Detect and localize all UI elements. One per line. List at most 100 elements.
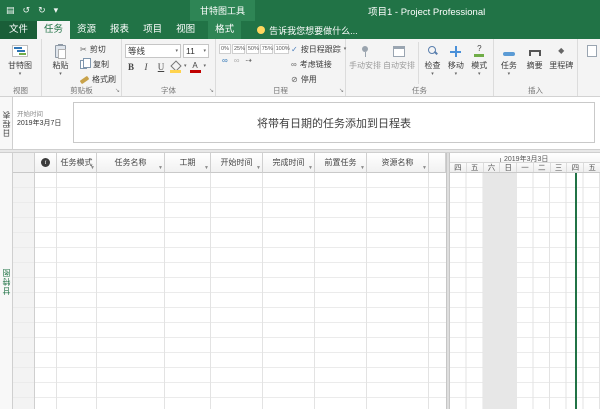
- percent-25-button[interactable]: 25%: [232, 44, 245, 54]
- chevron-down-icon: ▾: [478, 72, 481, 77]
- pushpin-icon: [361, 45, 369, 57]
- predecessors-column[interactable]: [315, 173, 367, 409]
- timeline-pane-strip[interactable]: 日程表: [0, 97, 13, 149]
- tab-view[interactable]: 视图: [169, 21, 202, 39]
- split-task-icon[interactable]: ⇢: [245, 56, 252, 66]
- move-button[interactable]: 移动 ▾: [445, 41, 466, 86]
- filter-icon[interactable]: ▼: [422, 165, 427, 171]
- task-mode-column[interactable]: [57, 173, 97, 409]
- task-name-column[interactable]: [97, 173, 165, 409]
- filter-icon[interactable]: ▼: [256, 165, 261, 171]
- chart-header-week: 2019年3月3日: [450, 153, 600, 163]
- tab-project[interactable]: 项目: [136, 21, 169, 39]
- link-icon: ∞: [291, 60, 297, 70]
- info-column[interactable]: [35, 173, 57, 409]
- chevron-down-icon: ▾: [203, 49, 206, 54]
- timeline-content: 开始时间 2019年3月7日 将带有日期的任务添加到日程表: [13, 97, 600, 149]
- tab-file[interactable]: 文件: [0, 21, 37, 39]
- column-header-resource-names[interactable]: 资源名称 ▼: [367, 153, 429, 173]
- mode-button[interactable]: ? 模式 ▾: [469, 41, 490, 86]
- column-header-predecessors[interactable]: 前置任务 ▼: [315, 153, 367, 173]
- paste-icon: [55, 45, 66, 58]
- percent-100-button[interactable]: 100%: [274, 44, 289, 54]
- copy-button[interactable]: 复制: [78, 58, 118, 71]
- background-color-button[interactable]: [170, 61, 181, 73]
- milestone-diamond-icon: ◆: [558, 46, 564, 56]
- column-header-task-mode[interactable]: 任务模式 ▼: [57, 153, 97, 173]
- day-header: 四: [567, 163, 584, 172]
- gantt-pane-label: 甘特图: [1, 268, 12, 295]
- italic-button[interactable]: I: [140, 60, 152, 73]
- timeline-hint-box[interactable]: 将带有日期的任务添加到日程表: [73, 102, 595, 143]
- column-header-task-name[interactable]: 任务名称 ▼: [97, 153, 165, 173]
- group-label-font: 字体: [122, 86, 215, 96]
- start-column[interactable]: [211, 173, 263, 409]
- link-tasks-icon[interactable]: ∞: [222, 56, 228, 66]
- duration-column[interactable]: [165, 173, 211, 409]
- percent-0-button[interactable]: 0%: [219, 44, 231, 54]
- tab-resource[interactable]: 资源: [70, 21, 103, 39]
- mark-on-track-button[interactable]: ✓ 按日程跟踪 ▾: [291, 43, 346, 56]
- timeline-hint-text: 将带有日期的任务添加到日程表: [257, 115, 411, 131]
- filter-icon[interactable]: ▼: [158, 165, 163, 171]
- filter-icon[interactable]: ▼: [90, 165, 95, 171]
- insert-milestone-button[interactable]: ◆ 里程碑: [548, 41, 574, 86]
- format-painter-button[interactable]: 格式刷: [78, 73, 118, 86]
- filter-icon[interactable]: ▼: [360, 165, 365, 171]
- chart-header-days: 四 五 六 日 一 二 三 四 五: [450, 163, 600, 173]
- insert-summary-button[interactable]: 摘要: [523, 41, 547, 86]
- percent-50-button[interactable]: 50%: [246, 44, 259, 54]
- tab-task[interactable]: 任务: [37, 21, 70, 39]
- qat-customize-icon[interactable]: ▾: [54, 5, 59, 16]
- font-size-combo[interactable]: 11 ▾: [183, 44, 209, 58]
- column-header-finish[interactable]: 完成时间 ▼: [263, 153, 315, 173]
- auto-schedule-button[interactable]: 自动安排: [383, 41, 415, 86]
- dialog-launcher-icon[interactable]: ↘: [115, 86, 120, 96]
- unlink-tasks-icon[interactable]: ∞: [234, 56, 240, 66]
- resource-names-column[interactable]: [367, 173, 429, 409]
- tab-report[interactable]: 报表: [103, 21, 136, 39]
- underline-button[interactable]: U: [155, 60, 167, 73]
- tab-format[interactable]: 格式: [208, 21, 241, 39]
- dialog-launcher-icon[interactable]: ↘: [339, 86, 344, 96]
- column-header-start[interactable]: 开始时间 ▼: [211, 153, 263, 173]
- row-selector-column[interactable]: [13, 173, 35, 409]
- ribbon-group-clipboard: 粘贴 ▾ ✂ 剪切 复制 格式刷 剪贴板 ↘: [42, 39, 122, 96]
- redo-icon[interactable]: ↻: [38, 5, 46, 16]
- save-icon[interactable]: ▤: [6, 5, 15, 16]
- gantt-pane-strip[interactable]: 甘特图: [0, 153, 13, 409]
- undo-icon[interactable]: ↺: [23, 5, 31, 16]
- timeline-pane: 日程表 开始时间 2019年3月7日 将带有日期的任务添加到日程表: [0, 97, 600, 149]
- gantt-chart-area[interactable]: [450, 173, 600, 409]
- insert-task-button[interactable]: 任务 ▾: [497, 41, 521, 86]
- font-color-button[interactable]: A: [190, 61, 201, 73]
- chevron-down-icon: ▾: [19, 72, 22, 77]
- timeline-pane-label: 日程表: [1, 110, 12, 137]
- filter-icon[interactable]: ▼: [204, 165, 209, 171]
- gantt-chart-view-button[interactable]: 甘特图 ▾: [3, 41, 37, 86]
- finish-column[interactable]: [263, 173, 315, 409]
- filter-icon[interactable]: ▼: [308, 165, 313, 171]
- chevron-down-icon: ▾: [184, 64, 187, 69]
- ribbon-group-insert: 任务 ▾ 摘要 ◆ 里程碑 插入: [494, 39, 578, 96]
- manually-schedule-button[interactable]: 手动安排: [349, 41, 381, 86]
- dialog-launcher-icon[interactable]: ↘: [209, 86, 214, 96]
- inactivate-icon: ⊘: [291, 75, 298, 85]
- group-label-schedule: 日程: [216, 86, 345, 96]
- cut-button[interactable]: ✂ 剪切: [78, 43, 118, 56]
- clipped-button[interactable]: [581, 41, 600, 86]
- column-header-duration[interactable]: 工期 ▼: [165, 153, 211, 173]
- inspect-button[interactable]: 检查 ▾: [422, 41, 443, 86]
- format-painter-icon: [80, 75, 90, 83]
- bold-button[interactable]: B: [125, 60, 137, 73]
- respect-links-button[interactable]: ∞ 考虑链接: [291, 58, 346, 71]
- paste-button[interactable]: 粘贴 ▾: [45, 41, 76, 86]
- inactivate-button[interactable]: ⊘ 停用: [291, 73, 346, 86]
- column-header-info[interactable]: i: [35, 153, 57, 173]
- group-label-insert: 插入: [494, 86, 577, 96]
- task-grid[interactable]: [13, 173, 446, 409]
- percent-75-button[interactable]: 75%: [260, 44, 273, 54]
- select-all-corner[interactable]: [13, 153, 35, 173]
- tell-me-box[interactable]: 告诉我您想要做什么...: [257, 21, 358, 39]
- font-name-combo[interactable]: 等线 ▾: [125, 44, 181, 58]
